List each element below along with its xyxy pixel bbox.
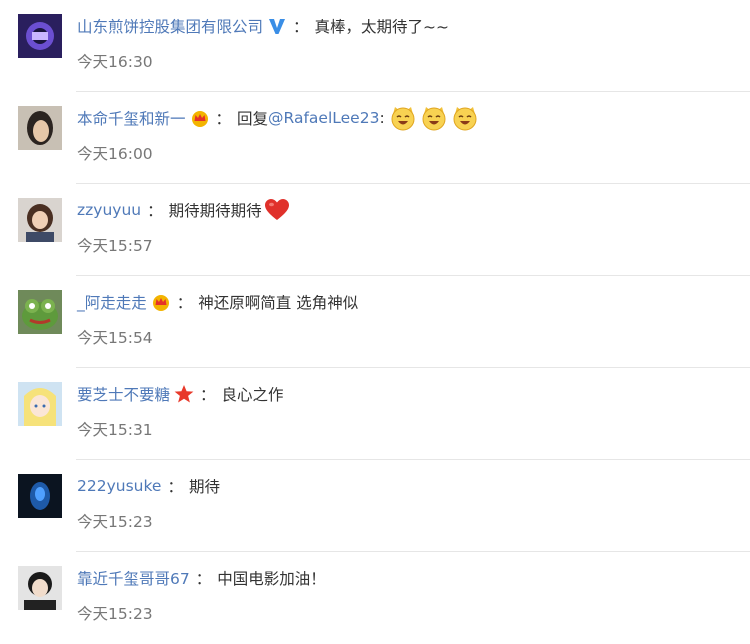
- comment-text: 期待期待期待: [168, 202, 262, 220]
- comment-item: 靠近千玺哥哥67 ： 中国电影加油！ 今天15:23: [0, 552, 750, 644]
- avatar[interactable]: [18, 106, 62, 150]
- colon-separator: ：: [200, 386, 216, 404]
- red-heart-emoji: [264, 198, 290, 222]
- comment-time: 今天15:23: [77, 605, 153, 623]
- username-link[interactable]: 222yusuke: [77, 477, 161, 495]
- username-link[interactable]: 靠近千玺哥哥67: [77, 567, 190, 589]
- comment-line: 靠近千玺哥哥67 ： 中国电影加油！: [77, 564, 326, 592]
- comment-text: 真棒，太期待了~~: [314, 18, 450, 36]
- username-link[interactable]: zzyuyuu: [77, 201, 141, 219]
- avatar[interactable]: [18, 566, 62, 610]
- comment-line: 要芝士不要糖 ： 良心之作: [77, 380, 284, 408]
- crown-icon: [190, 108, 210, 128]
- avatar[interactable]: [18, 474, 62, 518]
- comment-item: 本命千玺和新一 ： 回复 @RafaelLee23 : 今天16:00: [0, 92, 750, 184]
- comment-text: 良心之作: [221, 386, 284, 404]
- comment-text: 中国电影加油！: [217, 570, 326, 588]
- laughing-cat-emoji: [452, 105, 478, 131]
- avatar[interactable]: [18, 14, 62, 58]
- comment-item: 要芝士不要糖 ： 良心之作 今天15:31: [0, 368, 750, 460]
- comment-line: _阿走走走 ： 神还原啊简直 选角神似: [77, 288, 358, 316]
- laughing-cat-emoji: [421, 105, 447, 131]
- comment-time: 今天15:31: [77, 421, 153, 439]
- username-link[interactable]: 山东煎饼控股集团有限公司: [77, 15, 263, 37]
- red-star-icon: [174, 384, 194, 404]
- comment-text: 期待: [188, 478, 220, 496]
- crown-icon: [151, 292, 171, 312]
- colon-separator: ：: [215, 110, 232, 128]
- avatar[interactable]: [18, 290, 62, 334]
- verified-v-icon: [267, 16, 287, 36]
- comment-text: 神还原啊简直 选角神似: [198, 294, 359, 312]
- username-link[interactable]: 本命千玺和新一: [77, 107, 186, 129]
- colon-separator: ：: [147, 202, 163, 220]
- colon-separator: ：: [195, 570, 212, 588]
- comment-item: 山东煎饼控股集团有限公司 ： 真棒，太期待了~~ 今天16:30: [0, 0, 750, 92]
- comment-item: zzyuyuu ： 期待期待期待 今天15:57: [0, 184, 750, 276]
- comment-time: 今天15:54: [77, 329, 153, 347]
- comment-line: 222yusuke ： 期待: [77, 472, 220, 500]
- laughing-cat-emoji: [390, 105, 416, 131]
- colon-separator: ：: [167, 478, 183, 496]
- avatar[interactable]: [18, 198, 62, 242]
- comment-item: _阿走走走 ： 神还原啊简直 选角神似 今天15:54: [0, 276, 750, 368]
- username-link[interactable]: _阿走走走: [77, 291, 147, 313]
- comment-line: 山东煎饼控股集团有限公司 ： 真棒，太期待了~~: [77, 12, 449, 40]
- colon-separator: ：: [293, 18, 309, 36]
- comment-item: 222yusuke ： 期待 今天15:23: [0, 460, 750, 552]
- username-link[interactable]: 要芝士不要糖: [77, 383, 170, 405]
- comment-time: 今天16:00: [77, 145, 153, 163]
- mention-colon: :: [379, 109, 385, 127]
- comment-line: 本命千玺和新一 ： 回复 @RafaelLee23 :: [77, 104, 478, 132]
- comment-time: 今天15:23: [77, 513, 153, 531]
- avatar[interactable]: [18, 382, 62, 426]
- comment-text: 回复: [237, 110, 269, 128]
- colon-separator: ：: [176, 294, 193, 312]
- mention-link[interactable]: @RafaelLee23: [268, 109, 379, 127]
- comment-line: zzyuyuu ： 期待期待期待: [77, 196, 290, 224]
- comment-time: 今天15:57: [77, 237, 153, 255]
- comment-time: 今天16:30: [77, 53, 153, 71]
